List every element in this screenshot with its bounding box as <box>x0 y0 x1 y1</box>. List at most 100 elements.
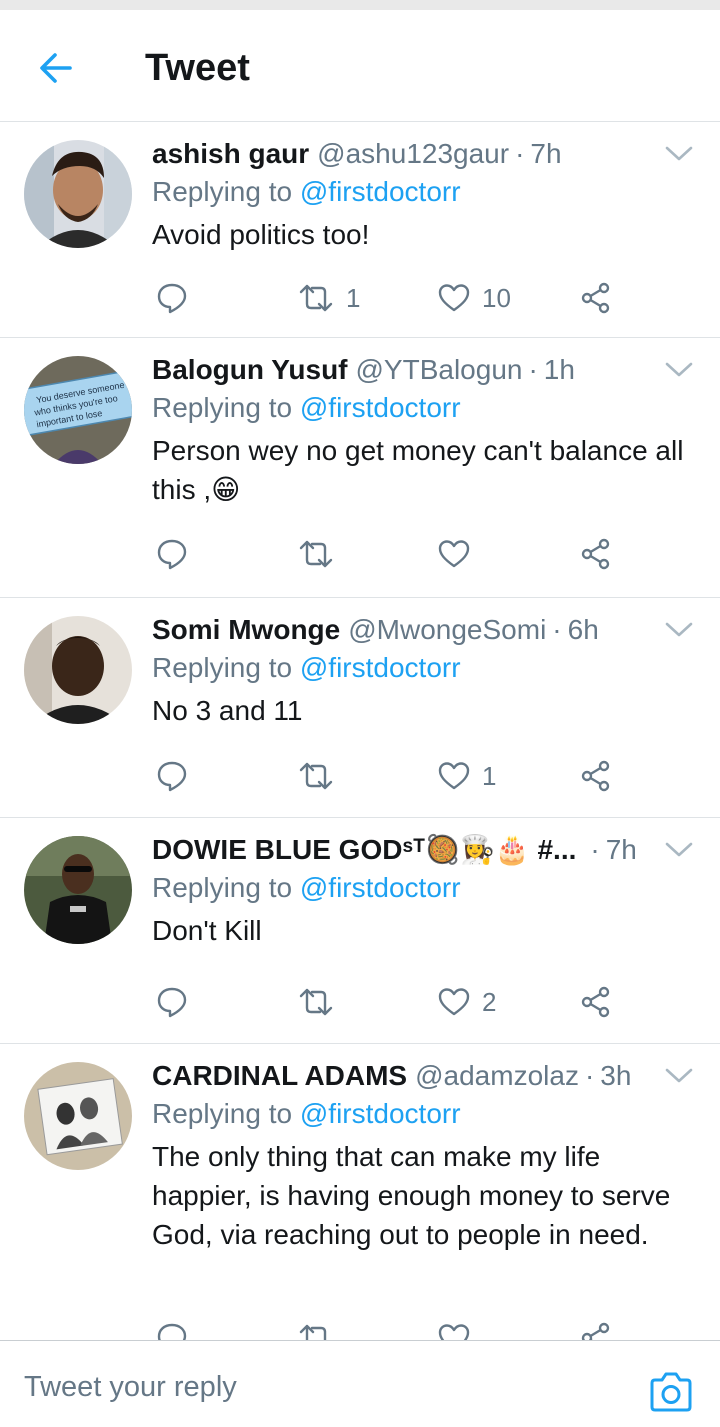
avatar[interactable] <box>24 140 132 248</box>
retweet-icon <box>299 284 333 312</box>
reply-button[interactable] <box>156 1318 188 1340</box>
share-button[interactable] <box>580 278 612 318</box>
retweet-button[interactable] <box>298 756 346 796</box>
like-button[interactable]: 10 <box>438 278 511 318</box>
replying-to: Replying to @firstdoctorr <box>152 1094 692 1134</box>
tweet-time[interactable]: 3h <box>600 1058 631 1094</box>
avatar[interactable] <box>24 1062 132 1170</box>
tweet-time[interactable]: 1h <box>544 352 575 388</box>
like-count: 2 <box>482 986 497 1017</box>
reply-feed[interactable]: ashish gaur @ashu123gaur · 7h Replying t… <box>0 122 720 1340</box>
share-button[interactable] <box>580 534 612 574</box>
user-name[interactable]: ashish gaur <box>152 136 309 172</box>
tweet-actions <box>152 534 632 574</box>
replying-prefix: Replying to <box>152 392 300 423</box>
user-name[interactable]: Somi Mwonge <box>152 612 340 648</box>
reply-icon <box>157 539 187 570</box>
chevron-down-icon[interactable] <box>664 358 694 382</box>
tweet-header: Balogun Yusuf @YTBalogun · 1h <box>152 352 662 388</box>
reply-tweet[interactable]: ashish gaur @ashu123gaur · 7h Replying t… <box>0 122 720 338</box>
replying-prefix: Replying to <box>152 176 300 207</box>
reply-button[interactable] <box>156 756 188 796</box>
user-handle[interactable]: @YTBalogun <box>356 352 523 388</box>
tweet-time[interactable]: 7h <box>530 136 561 172</box>
replying-to-handle[interactable]: @firstdoctorr <box>300 176 461 207</box>
back-button[interactable] <box>30 46 82 90</box>
like-button[interactable]: 1 <box>438 756 496 796</box>
retweet-button[interactable]: 1 <box>298 278 360 318</box>
retweet-button[interactable] <box>298 1318 346 1340</box>
heart-icon <box>438 1324 470 1340</box>
like-button[interactable] <box>438 1318 482 1340</box>
tweet-text: No 3 and 11 <box>152 695 303 726</box>
avatar[interactable]: You deserve someone who thinks you're to… <box>24 356 132 464</box>
chevron-down-icon[interactable] <box>664 618 694 642</box>
separator-dot: · <box>590 834 600 865</box>
like-count: 10 <box>482 282 511 313</box>
tweet-time[interactable]: 6h <box>568 612 599 648</box>
replying-to: Replying to @firstdoctorr <box>152 648 692 688</box>
reply-button[interactable] <box>156 534 188 574</box>
replying-to: Replying to @firstdoctorr <box>152 388 692 428</box>
heart-icon <box>438 284 470 312</box>
tweet-text: Don't Kill <box>152 915 262 946</box>
retweet-icon <box>299 1324 327 1340</box>
user-handle[interactable]: @ashu123gaur <box>317 136 509 172</box>
reply-tweet[interactable]: DOWIE BLUE GODˢᵀ🥘👩‍🍳🎂 #... · 7h Replying… <box>0 818 720 1044</box>
reply-icon <box>157 987 187 1018</box>
share-icon <box>581 1322 610 1340</box>
user-handle[interactable]: @MwongeSomi <box>348 612 546 648</box>
like-button[interactable] <box>438 534 482 574</box>
tweet-actions: 1 <box>152 756 632 796</box>
replying-to: Replying to @firstdoctorr <box>152 868 692 908</box>
replying-to-handle[interactable]: @firstdoctorr <box>300 1098 461 1129</box>
tweet-header: CARDINAL ADAMS @adamzolaz · 3h <box>152 1058 662 1094</box>
reply-tweet[interactable]: Somi Mwonge @MwongeSomi · 6h Replying to… <box>0 598 720 818</box>
chevron-down-icon[interactable] <box>664 142 694 166</box>
share-icon <box>581 986 610 1018</box>
user-name[interactable]: Balogun Yusuf <box>152 352 348 388</box>
replying-prefix: Replying to <box>152 1098 300 1129</box>
tweet-header: DOWIE BLUE GODˢᵀ🥘👩‍🍳🎂 #... · 7h <box>152 832 662 868</box>
reply-tweet[interactable]: You deserve someone who thinks you're to… <box>0 338 720 598</box>
tweet-body: CARDINAL ADAMS @adamzolaz · 3h Replying … <box>152 1058 692 1254</box>
replying-to-handle[interactable]: @firstdoctorr <box>300 392 461 423</box>
replying-prefix: Replying to <box>152 652 300 683</box>
retweet-button[interactable] <box>298 534 346 574</box>
user-name[interactable]: DOWIE BLUE GODˢᵀ🥘👩‍🍳🎂 #... <box>152 832 576 868</box>
user-name[interactable]: CARDINAL ADAMS <box>152 1058 407 1094</box>
reply-button[interactable] <box>156 278 188 318</box>
tweet-header: ashish gaur @ashu123gaur · 7h <box>152 136 662 172</box>
separator-dot: · <box>552 614 562 645</box>
share-button[interactable] <box>580 756 612 796</box>
chevron-down-icon[interactable] <box>664 1064 694 1088</box>
tweet-text: The only thing that can make my life hap… <box>152 1141 671 1250</box>
heart-icon <box>438 540 470 568</box>
share-button[interactable] <box>580 982 612 1022</box>
user-handle[interactable]: @adamzolaz <box>415 1058 579 1094</box>
reply-tweet[interactable]: CARDINAL ADAMS @adamzolaz · 3h Replying … <box>0 1044 720 1340</box>
top-bar: Tweet <box>0 10 720 122</box>
separator-dot: · <box>515 138 525 169</box>
chevron-down-icon[interactable] <box>664 838 694 862</box>
tweet-time[interactable]: 7h <box>606 832 637 868</box>
share-button[interactable] <box>580 1318 612 1340</box>
tweet-text: Avoid politics too! <box>152 219 370 250</box>
tweet-body: Somi Mwonge @MwongeSomi · 6h Replying to… <box>152 612 692 730</box>
retweet-icon <box>299 762 333 790</box>
avatar[interactable] <box>24 836 132 944</box>
reply-input[interactable]: Tweet your reply <box>24 1371 237 1404</box>
replying-to: Replying to @firstdoctorr <box>152 172 692 212</box>
camera-icon[interactable] <box>648 1371 694 1413</box>
tweet-actions <box>152 1318 632 1340</box>
replying-to-handle[interactable]: @firstdoctorr <box>300 652 461 683</box>
heart-icon <box>438 762 470 790</box>
status-bar-strip <box>0 0 720 10</box>
tweet-actions: 1 10 <box>152 278 632 318</box>
like-button[interactable]: 2 <box>438 982 496 1022</box>
replying-to-handle[interactable]: @firstdoctorr <box>300 872 461 903</box>
retweet-button[interactable] <box>298 982 346 1022</box>
avatar[interactable] <box>24 616 132 724</box>
reply-button[interactable] <box>156 982 188 1022</box>
tweet-body: ashish gaur @ashu123gaur · 7h Replying t… <box>152 136 692 254</box>
